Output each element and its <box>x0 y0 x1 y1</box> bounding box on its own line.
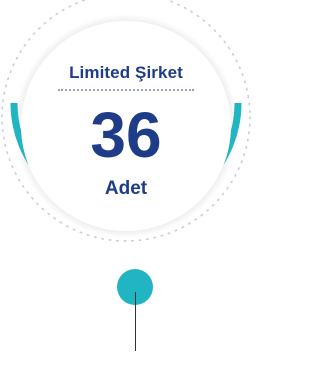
timeline-line <box>135 292 136 351</box>
counter-widget: Limited Şirket 36 Adet <box>0 0 256 373</box>
counter-card: Limited Şirket 36 Adet <box>26 26 226 226</box>
company-type-label: Limited Şirket <box>69 63 183 82</box>
count-value: 36 <box>90 99 162 171</box>
unit-label: Adet <box>104 178 148 199</box>
dotted-divider <box>58 89 194 91</box>
